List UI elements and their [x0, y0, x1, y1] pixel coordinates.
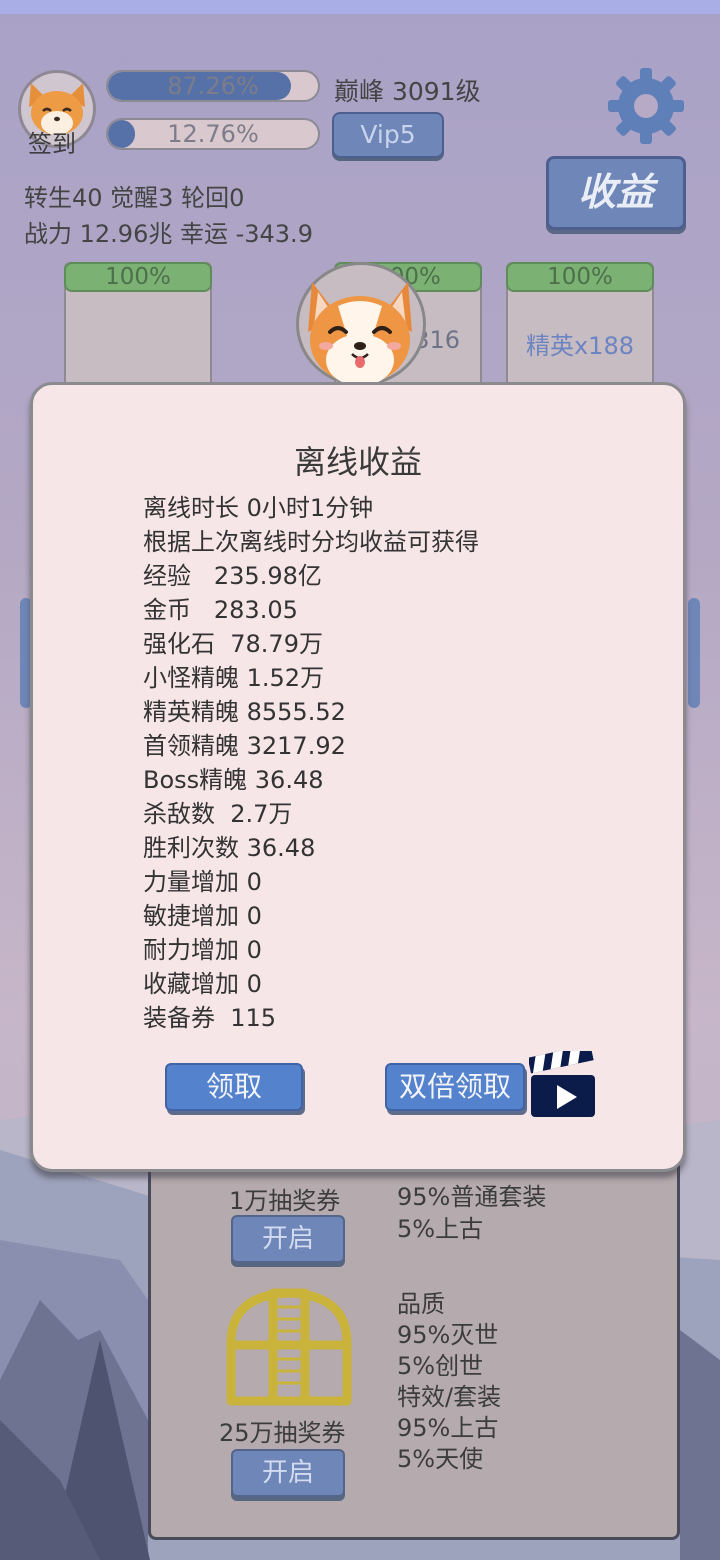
- earnings-line: 金币 283.05: [143, 596, 298, 624]
- vip-button[interactable]: Vip5: [332, 112, 444, 158]
- earnings-line: 胜利次数 36.48: [143, 834, 316, 862]
- odds-line: 95%灭世: [397, 1321, 499, 1349]
- card-label: 精英x188: [525, 332, 634, 360]
- odds-line: 95%上古: [397, 1414, 499, 1442]
- level-text: 巅峰 3091级: [334, 77, 481, 106]
- earnings-line: 强化石 78.79万: [143, 630, 323, 658]
- gear-icon[interactable]: [606, 66, 686, 146]
- double-claim-button[interactable]: 双倍领取: [385, 1063, 525, 1111]
- earnings-line: 离线时长 0小时1分钟: [143, 494, 374, 522]
- exp-progress-text: 87.26%: [167, 72, 259, 100]
- offline-earnings-dialog: 离线收益 离线时长 0小时1分钟 根据上次离线时分均收益可获得 经验 235.9…: [30, 382, 686, 1172]
- signin-label[interactable]: 签到: [28, 124, 76, 159]
- treasure-chest-icon: [226, 1288, 352, 1406]
- ticket1-odds: 95%普通套装 5%上古: [397, 1181, 546, 1245]
- odds-line: 95%普通套装: [397, 1183, 547, 1211]
- earnings-line: 根据上次离线时分均收益可获得: [143, 528, 479, 556]
- right-side-tab[interactable]: [688, 598, 700, 708]
- earnings-list: 离线时长 0小时1分钟 根据上次离线时分均收益可获得 经验 235.98亿 金币…: [143, 491, 479, 1035]
- earnings-line: 精英精魄 8555.52: [143, 698, 346, 726]
- odds-line: 5%创世: [397, 1352, 484, 1380]
- odds-line: 特效/套装: [397, 1383, 502, 1411]
- earnings-line: 经验 235.98亿: [143, 562, 322, 590]
- odds-line: 5%上古: [397, 1215, 484, 1243]
- power-luck-stats: 战力 12.96兆 幸运 -343.9: [24, 220, 313, 248]
- ticket2-odds: 品质 95%灭世 5%创世 特效/套装 95%上古 5%天使: [397, 1289, 501, 1475]
- earnings-line: 首领精魄 3217.92: [143, 732, 346, 760]
- exp-progress-bar: 87.26%: [106, 70, 320, 102]
- ticket2-label: 25万抽奖券: [219, 1419, 346, 1447]
- card-hp-bar: 100%: [506, 262, 654, 292]
- earnings-line: 力量增加 0: [143, 868, 262, 896]
- secondary-progress-bar: 12.76%: [106, 118, 320, 150]
- dialog-title: 离线收益: [293, 443, 422, 481]
- ticket1-label: 1万抽奖券: [229, 1187, 341, 1215]
- corgi-pet-icon: [308, 282, 412, 386]
- card-hp-bar: 100%: [64, 262, 212, 292]
- earnings-line: Boss精魄 36.48: [143, 766, 324, 794]
- earnings-line: 小怪精魄 1.52万: [143, 664, 325, 692]
- odds-line: 5%天使: [397, 1445, 484, 1473]
- open-ticket2-button[interactable]: 开启: [231, 1449, 345, 1497]
- earnings-line: 收藏增加 0: [143, 970, 262, 998]
- secondary-progress-text: 12.76%: [167, 120, 259, 148]
- claim-button[interactable]: 领取: [165, 1063, 303, 1111]
- earnings-line: 敏捷增加 0: [143, 902, 262, 930]
- open-ticket1-button[interactable]: 开启: [231, 1215, 345, 1263]
- earnings-line: 耐力增加 0: [143, 936, 262, 964]
- odds-line: 品质: [397, 1290, 445, 1318]
- earnings-line: 装备券 115: [143, 1004, 277, 1032]
- earnings-button[interactable]: 收益: [546, 156, 686, 230]
- clapperboard-icon[interactable]: [529, 1051, 599, 1119]
- rebirth-stats: 转生40 觉醒3 轮回0: [24, 184, 245, 212]
- lottery-panel: 1万抽奖券 开启 95%普通套装 5%上古 25万抽奖券 开启 品质 95%灭世…: [148, 1150, 680, 1540]
- earnings-line: 杀敌数 2.7万: [143, 800, 293, 828]
